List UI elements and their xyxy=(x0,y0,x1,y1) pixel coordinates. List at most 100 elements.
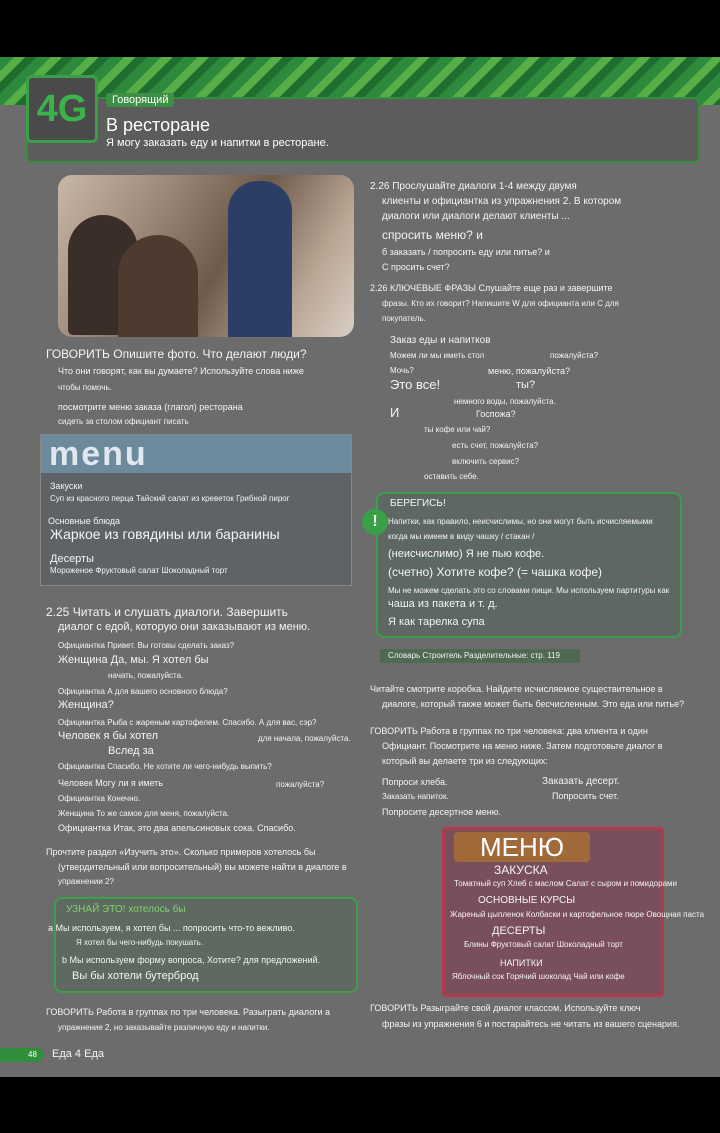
ex5-line1: 2.26 Прослушайте диалоги 1-4 между двумя xyxy=(370,181,577,192)
menu-starters-title: Закуски xyxy=(50,481,83,491)
dialog-line: Официантка Конечно. xyxy=(58,794,141,803)
dialog-line: начать, пожалуйста. xyxy=(108,671,184,680)
learn-title: УЗНАЙ ЭТО! хотелось бы xyxy=(66,904,186,915)
ex3-line3: упражнении 2? xyxy=(58,877,114,886)
menu-logo-band: menu xyxy=(41,435,351,473)
key-phrase: меню, пожалуйста? xyxy=(488,366,571,376)
menu-board-items: Жареный цыпленок Колбаски и картофельное… xyxy=(450,910,705,919)
ex1-words1: посмотрите меню заказа (глагол) ресторан… xyxy=(58,402,243,412)
ex3-line2: (утвердительный или вопросительный) вы м… xyxy=(58,862,347,872)
dialog-line: Женщина Да, мы. Я хотел бы xyxy=(58,654,209,666)
dialog-line: Официантка Рыба с жареным картофелем. Сп… xyxy=(58,718,317,727)
vocabulary-reference-text: Словарь Строитель Разделительные: стр. 1… xyxy=(388,651,560,660)
menu-desserts: Мороженое Фруктовый салат Шоколадный тор… xyxy=(50,566,228,575)
menu-starters: Суп из красного перца Тайский салат из к… xyxy=(50,494,290,503)
key-phrase: пожалуйста? xyxy=(550,351,599,360)
key-phrase: ты? xyxy=(516,379,536,391)
ex9-line2: фразы из упражнения 6 и постарайтесь не … xyxy=(382,1019,680,1029)
ex4-line2: упражнение 2, но заказывайте различную е… xyxy=(58,1023,270,1032)
menu-board-items: Блины Фруктовый салат Шоколадный торт xyxy=(464,940,623,949)
ex3-line1: Прочтите раздел «Изучить это». Сколько п… xyxy=(46,847,316,857)
look-out-title: БЕРЕГИСЬ! xyxy=(390,498,446,509)
menu-mains: Жаркое из говядины или баранины xyxy=(50,526,280,542)
ex2-line2: диалог с едой, которую они заказывают из… xyxy=(58,621,311,633)
dialog-line: для начала, пожалуйста. xyxy=(258,734,351,743)
learn-rule-a: а Мы используем, я хотел бы ... попросит… xyxy=(48,923,295,933)
ex1-line3: чтобы помочь. xyxy=(58,383,112,392)
ex4-line1: ГОВОРИТЬ Работа в группах по три человек… xyxy=(46,1007,331,1017)
key-phrase: есть счет, пожалуйста? xyxy=(452,441,539,450)
ex5-question-b: б заказать / попросить еду или питье? и xyxy=(382,247,550,257)
ex8-line1: ГОВОРИТЬ Работа в группах по три человек… xyxy=(370,726,648,736)
ex1-label: ГОВОРИТЬ Опишите фото. Что делают люди? xyxy=(46,347,307,361)
key-phrase: И xyxy=(390,405,400,420)
dialog-line: Официантка Привет. Вы готовы сделать зак… xyxy=(58,641,235,650)
ex8-bullet: Попроси хлеба. xyxy=(382,777,448,787)
menu-mains-title: Основные блюда xyxy=(48,516,121,526)
dialog-line: Женщина То же самое для меня, пожалуйста… xyxy=(58,809,230,818)
learn-example-b: Вы бы хотели бутерброд xyxy=(72,970,199,982)
look-out-example: Я как тарелка супа xyxy=(388,616,485,628)
ex2-label: 2.25 Читать и слушать диалоги. Завершить xyxy=(46,605,288,619)
learn-example-a: Я хотел бы чего-нибудь покушать. xyxy=(76,938,204,947)
dialog-line: Официантка Итак, это два апельсиновых со… xyxy=(58,823,296,833)
ex8-bullet: Попросите десертное меню. xyxy=(382,807,501,817)
ex5-line2: клиенты и официантка из упражнения 2. В … xyxy=(382,196,622,207)
photo-customer-woman xyxy=(118,235,198,337)
key-phrase: Это все! xyxy=(390,377,441,392)
lesson-title: В ресторане xyxy=(106,115,211,135)
exclamation-icon: ! xyxy=(362,509,388,535)
key-phrases-heading: Заказ еды и напитков xyxy=(390,335,491,346)
ex5-question-c: С просить счет? xyxy=(382,262,450,272)
look-out-line: Напитки, как правило, неисчислимы, но он… xyxy=(388,517,653,526)
look-out-line: чаша из пакета и т. д. xyxy=(388,598,498,610)
ex5-question-a: спросить меню? и xyxy=(382,228,483,242)
look-out-example: (неисчислимо) Я не пью кофе. xyxy=(388,548,545,560)
ex7-line1: Читайте смотрите коробка. Найдите исчисл… xyxy=(370,684,663,694)
photo-waitress xyxy=(228,181,292,337)
textbook-page: 4G Говорящий В ресторане Я могу заказать… xyxy=(0,57,720,1077)
ex1-words2: сидеть за столом официант писать xyxy=(58,417,189,426)
key-phrase: Можем ли мы иметь стол xyxy=(390,351,485,360)
dialog-line: Официантка А для вашего основного блюда? xyxy=(58,687,228,696)
footer-unit-label: Еда 4 Еда xyxy=(52,1048,104,1060)
key-phrase: ты кофе или чай? xyxy=(424,425,491,434)
key-phrase: немного воды, пожалуйста. xyxy=(454,397,556,406)
ex8-bullet: Заказать напиток. xyxy=(382,792,449,801)
dialog-line: Человек я бы хотел xyxy=(58,730,159,742)
dialog-line: Вслед за xyxy=(108,745,154,757)
ex8-line2: Официант. Посмотрите на меню ниже. Затем… xyxy=(382,741,663,751)
menu-logo: menu xyxy=(49,435,148,473)
look-out-example: (счетно) Хотите кофе? (= чашка кофе) xyxy=(388,565,602,579)
restaurant-photo xyxy=(58,175,354,337)
ex6-line1: 2.26 КЛЮЧЕВЫЕ ФРАЗЫ Слушайте еще раз и з… xyxy=(370,283,613,293)
dialog-line: Официантка Спасибо. Не хотите ли чего-ни… xyxy=(58,762,272,771)
ex1-line2: Что они говорят, как вы думаете? Использ… xyxy=(58,366,304,376)
page-number: 48 xyxy=(0,1048,44,1062)
key-phrase: оставить себе. xyxy=(424,472,479,481)
menu-board-title: МЕНЮ xyxy=(454,832,590,862)
ex8-line3: который вы делаете три из следующих: xyxy=(382,756,548,766)
menu-board-section: ОСНОВНЫЕ КУРСЫ xyxy=(478,895,576,906)
menu-board-section: ДЕСЕРТЫ xyxy=(492,925,546,937)
ex8-bullet: Заказать десерт. xyxy=(542,776,620,787)
ex7-line2: диалоге, который также может быть бесчис… xyxy=(382,699,685,709)
lesson-subtitle: Я могу заказать еду и напитки в ресторан… xyxy=(106,137,329,149)
menu-board-items: Яблочный сок Горячий шоколад Чай или коф… xyxy=(452,972,625,981)
ex6-line2: фразы. Кто их говорит? Напишите W для оф… xyxy=(382,299,619,308)
key-phrase: включить сервис? xyxy=(452,457,520,466)
key-phrase: Мочь? xyxy=(390,366,414,375)
menu-desserts-title: Десерты xyxy=(50,553,95,565)
lesson-badge: 4G xyxy=(26,75,98,143)
dialog-line: Женщина? xyxy=(58,699,114,711)
menu-board-section: НАПИТКИ xyxy=(500,958,543,968)
dialog-line: Человек Могу ли я иметь xyxy=(58,778,163,788)
ex9-line1: ГОВОРИТЬ Разыграйте свой диалог классом.… xyxy=(370,1003,641,1013)
look-out-line: Мы не можем сделать это со словами пищи.… xyxy=(388,586,670,595)
learn-rule-b: b Мы используем форму вопроса, Хотите? д… xyxy=(62,955,321,965)
menu-board-items: Томатный суп Хлеб с маслом Салат с сыром… xyxy=(454,879,677,888)
lesson-tag: Говорящий xyxy=(106,93,175,107)
key-phrase: Госпожа? xyxy=(476,409,516,419)
look-out-line: когда мы имеем в виду чашку / стакан / xyxy=(388,532,535,541)
ex5-line3: диалоги или диалоги делают клиенты ... xyxy=(382,211,570,222)
